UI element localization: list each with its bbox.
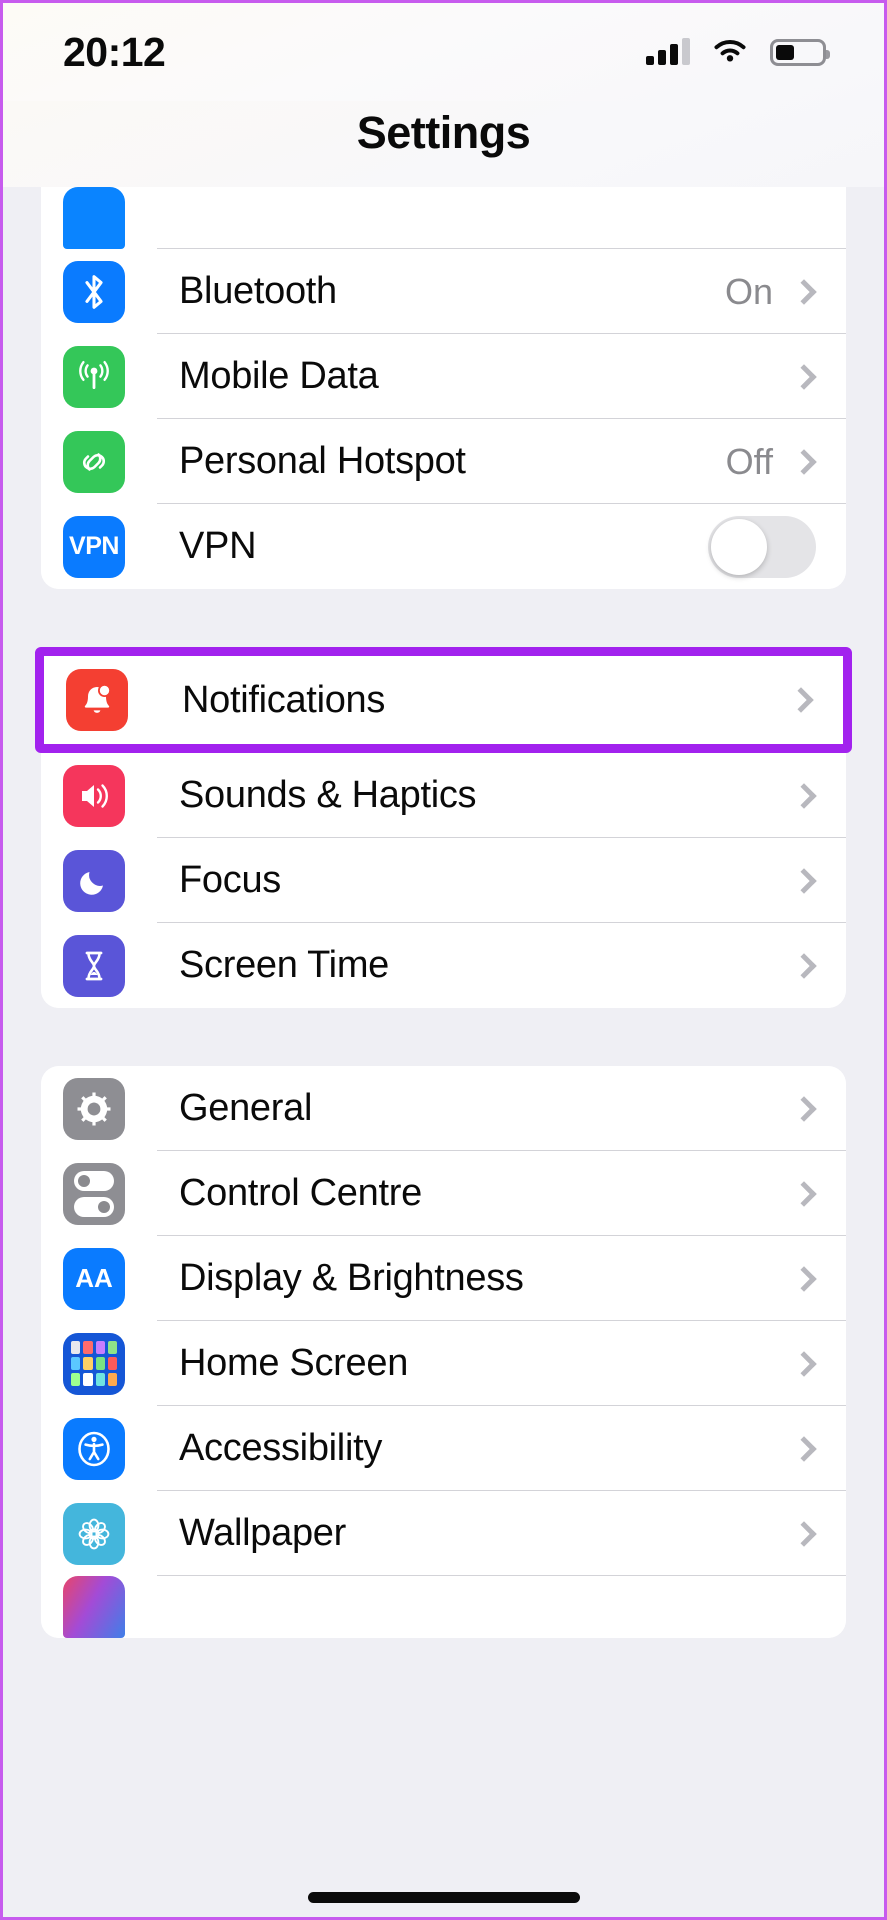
- settings-row-siri[interactable]: [41, 1576, 846, 1638]
- status-bar-indicators: [646, 38, 830, 66]
- chevron-right-icon: [791, 278, 817, 305]
- settings-row-label: Focus: [179, 859, 281, 901]
- settings-row-label: Screen Time: [179, 944, 390, 986]
- settings-row-label: Mobile Data: [179, 355, 379, 397]
- settings-row-home-screen[interactable]: Home Screen: [41, 1321, 846, 1406]
- accessibility-icon: [63, 1417, 125, 1480]
- screen-time-hourglass-icon: [63, 934, 125, 997]
- notifications-bell-icon: [66, 669, 128, 731]
- wifi-settings-icon: [63, 187, 125, 249]
- personal-hotspot-icon: [63, 430, 125, 493]
- settings-row-screen-time[interactable]: Screen Time: [41, 923, 846, 1008]
- chevron-right-icon: [791, 1435, 817, 1462]
- status-bar: 20:12: [3, 3, 884, 101]
- mobile-data-icon: [63, 345, 125, 408]
- siri-icon: [63, 1576, 125, 1638]
- iphone-settings-screen: 20:12 Settings Bluetooth On Mobile Data …: [0, 0, 887, 1920]
- chevron-right-icon: [791, 1095, 817, 1122]
- control-centre-icon: [63, 1162, 125, 1225]
- chevron-right-icon: [791, 363, 817, 390]
- settings-row-label: Display & Brightness: [179, 1257, 524, 1299]
- settings-row-label: Sounds & Haptics: [179, 774, 477, 816]
- home-screen-icon: [63, 1332, 125, 1395]
- settings-row-wifi[interactable]: [41, 187, 846, 249]
- settings-row-general[interactable]: General: [41, 1066, 846, 1151]
- settings-row-label: General: [179, 1087, 313, 1129]
- settings-row-vpn[interactable]: VPN VPN: [41, 504, 846, 589]
- chevron-right-icon: [791, 1350, 817, 1377]
- settings-row-label: VPN: [179, 525, 257, 567]
- settings-row-wallpaper[interactable]: Wallpaper: [41, 1491, 846, 1576]
- wallpaper-flower-icon: [63, 1502, 125, 1565]
- settings-row-personal-hotspot[interactable]: Personal Hotspot Off: [41, 419, 846, 504]
- settings-row-display-brightness[interactable]: AA Display & Brightness: [41, 1236, 846, 1321]
- settings-list: Bluetooth On Mobile Data Personal Hotspo…: [3, 187, 884, 1638]
- settings-row-label: Notifications: [182, 678, 386, 721]
- home-indicator: [307, 1892, 580, 1903]
- settings-row-value: Off: [725, 440, 773, 482]
- notifications-row-highlight: Notifications: [35, 647, 852, 753]
- chevron-right-icon: [791, 952, 817, 979]
- settings-row-label: Accessibility: [179, 1427, 383, 1469]
- settings-row-accessibility[interactable]: Accessibility: [41, 1406, 846, 1491]
- chevron-right-icon: [791, 867, 817, 894]
- settings-row-sounds-haptics[interactable]: Sounds & Haptics: [41, 753, 846, 838]
- page-title: Settings: [356, 107, 531, 158]
- sounds-haptics-icon: [63, 764, 125, 827]
- settings-row-label: Personal Hotspot: [179, 440, 466, 482]
- display-brightness-icon-text: AA: [75, 1263, 113, 1293]
- general-gear-icon: [63, 1077, 125, 1140]
- settings-row-label: Bluetooth: [179, 270, 337, 312]
- settings-group-system: General Control Centre AA Display & Brig…: [41, 1066, 846, 1638]
- chevron-right-icon: [791, 1265, 817, 1292]
- settings-row-control-centre[interactable]: Control Centre: [41, 1151, 846, 1236]
- settings-row-label: Wallpaper: [179, 1512, 346, 1554]
- settings-group-connectivity: Bluetooth On Mobile Data Personal Hotspo…: [41, 187, 846, 589]
- cellular-signal-icon: [646, 38, 690, 65]
- vpn-icon-text: VPN: [69, 532, 119, 560]
- settings-row-focus[interactable]: Focus: [41, 838, 846, 923]
- chevron-right-icon: [791, 782, 817, 809]
- settings-group-sound-focus: Sounds & Haptics Focus Screen Time: [41, 753, 846, 1008]
- chevron-right-icon: [791, 448, 817, 475]
- vpn-toggle[interactable]: [708, 515, 816, 578]
- settings-row-label: Home Screen: [179, 1342, 409, 1384]
- vpn-icon: VPN: [63, 515, 125, 578]
- chevron-right-icon: [791, 1180, 817, 1207]
- settings-row-bluetooth[interactable]: Bluetooth On: [41, 249, 846, 334]
- wifi-icon: [714, 39, 746, 62]
- settings-row-value: On: [724, 270, 773, 312]
- bluetooth-icon: [63, 260, 125, 323]
- navigation-bar: Settings: [3, 101, 884, 187]
- chevron-right-icon: [791, 1520, 817, 1547]
- battery-icon: [770, 38, 830, 66]
- focus-moon-icon: [63, 849, 125, 912]
- settings-row-mobile-data[interactable]: Mobile Data: [41, 334, 846, 419]
- chevron-right-icon: [788, 687, 814, 713]
- settings-row-notifications[interactable]: Notifications: [44, 656, 843, 744]
- display-brightness-icon: AA: [63, 1247, 125, 1310]
- status-bar-clock: 20:12: [63, 28, 166, 75]
- settings-row-label: Control Centre: [179, 1172, 422, 1214]
